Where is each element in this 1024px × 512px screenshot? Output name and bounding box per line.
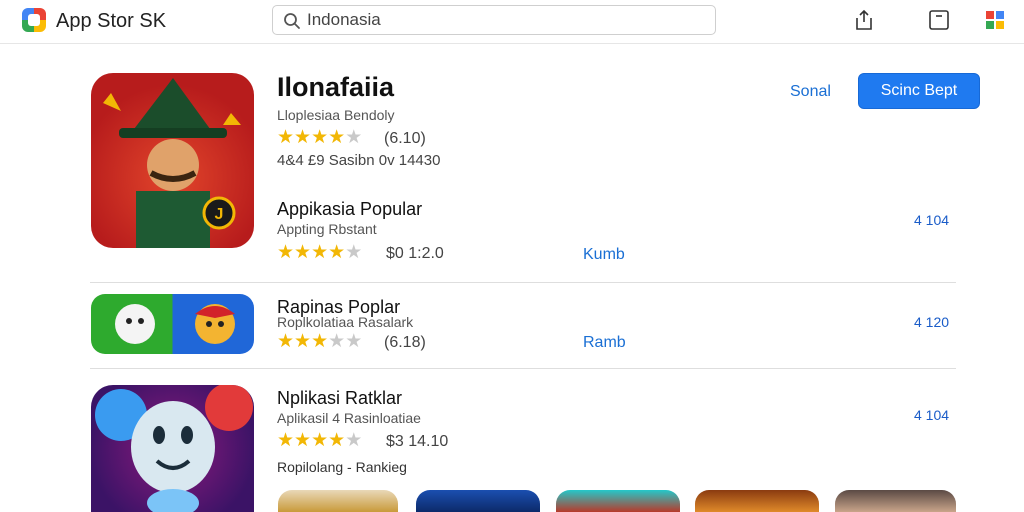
list-item-1-rank: 4 104 xyxy=(914,212,950,228)
star-icon: ★ xyxy=(294,331,312,352)
list-item-1-name[interactable]: Appikasia Popular xyxy=(277,199,422,220)
share-icon[interactable] xyxy=(853,9,875,31)
featured-stars: ★★★★★ xyxy=(277,128,362,148)
star-icon: ★ xyxy=(328,242,346,263)
list-item-2-action[interactable]: Ramb xyxy=(583,334,626,352)
star-icon: ★ xyxy=(277,242,295,263)
puzzle-icon[interactable] xyxy=(984,9,1006,31)
carousel-thumb[interactable] xyxy=(556,490,680,512)
list-item-3-caption: Ropilolang - Rankieg xyxy=(277,459,407,475)
carousel-thumb[interactable] xyxy=(695,490,819,512)
list-item-3-rating-text: $3 14.10 xyxy=(386,433,449,450)
star-icon: ★ xyxy=(294,430,312,451)
app-title: App Stor SK xyxy=(56,10,167,32)
bookmark-icon[interactable] xyxy=(928,9,950,31)
list-item-2-rating-text: (6.18) xyxy=(384,334,426,351)
star-icon: ★ xyxy=(311,430,329,451)
list-item-3-subtitle: Aplikasil 4 Rasinloatiae xyxy=(277,410,421,426)
list-item-3-name[interactable]: Nplikasi Ratklar xyxy=(277,388,402,409)
list-item-2-icon[interactable] xyxy=(91,294,254,354)
star-icon: ★ xyxy=(345,331,363,352)
star-icon: ★ xyxy=(294,127,312,148)
star-icon: ★ xyxy=(345,242,363,263)
list-item-1-subtitle: Appting Rbstant xyxy=(277,221,377,237)
search-input[interactable] xyxy=(307,9,707,31)
divider xyxy=(90,282,956,283)
star-icon: ★ xyxy=(328,331,346,352)
svg-text:J: J xyxy=(215,206,224,223)
star-icon: ★ xyxy=(277,430,295,451)
secondary-button[interactable]: Sonal xyxy=(790,83,831,101)
primary-button[interactable]: Scinc Bept xyxy=(858,73,980,109)
list-item-1-action[interactable]: Kumb xyxy=(583,246,625,264)
featured-developer: Lloplesiaa Bendoly xyxy=(277,107,395,123)
featured-app-title[interactable]: Ilonafaiia xyxy=(277,72,394,103)
list-item-1-rating-text: $0 1:2.0 xyxy=(386,245,444,262)
featured-meta: 4&4 £9 Sasibn 0v 14430 xyxy=(277,152,441,169)
app-store-logo-icon[interactable] xyxy=(22,8,46,32)
star-icon: ★ xyxy=(328,430,346,451)
list-item-3-rank: 4 104 xyxy=(914,407,950,423)
list-item-3-icon[interactable] xyxy=(91,385,254,512)
list-item-3-stars: ★★★★★ xyxy=(277,431,362,451)
list-item-2-subtitle: Roplkolatiaa Rasalark xyxy=(277,314,414,330)
search-icon xyxy=(284,13,300,29)
star-icon: ★ xyxy=(277,127,295,148)
star-icon: ★ xyxy=(311,127,329,148)
star-icon: ★ xyxy=(328,127,346,148)
list-item-2-rank: 4 120 xyxy=(914,314,950,330)
carousel-thumb[interactable] xyxy=(278,490,398,512)
star-icon: ★ xyxy=(345,127,363,148)
star-icon: ★ xyxy=(277,331,295,352)
list-item-2-stars: ★★★★★ xyxy=(277,332,362,352)
top-bar: App Stor SK xyxy=(0,0,1024,44)
featured-rating-text: (6.10) xyxy=(384,130,426,147)
star-icon: ★ xyxy=(311,331,329,352)
search-bar[interactable] xyxy=(272,5,716,35)
star-icon: ★ xyxy=(311,242,329,263)
carousel-thumb[interactable] xyxy=(416,490,540,512)
star-icon: ★ xyxy=(345,430,363,451)
list-item-1-stars: ★★★★★ xyxy=(277,243,362,263)
carousel-thumb[interactable] xyxy=(835,490,956,512)
divider xyxy=(90,368,956,369)
star-icon: ★ xyxy=(294,242,312,263)
featured-app-icon[interactable]: J xyxy=(91,73,254,248)
